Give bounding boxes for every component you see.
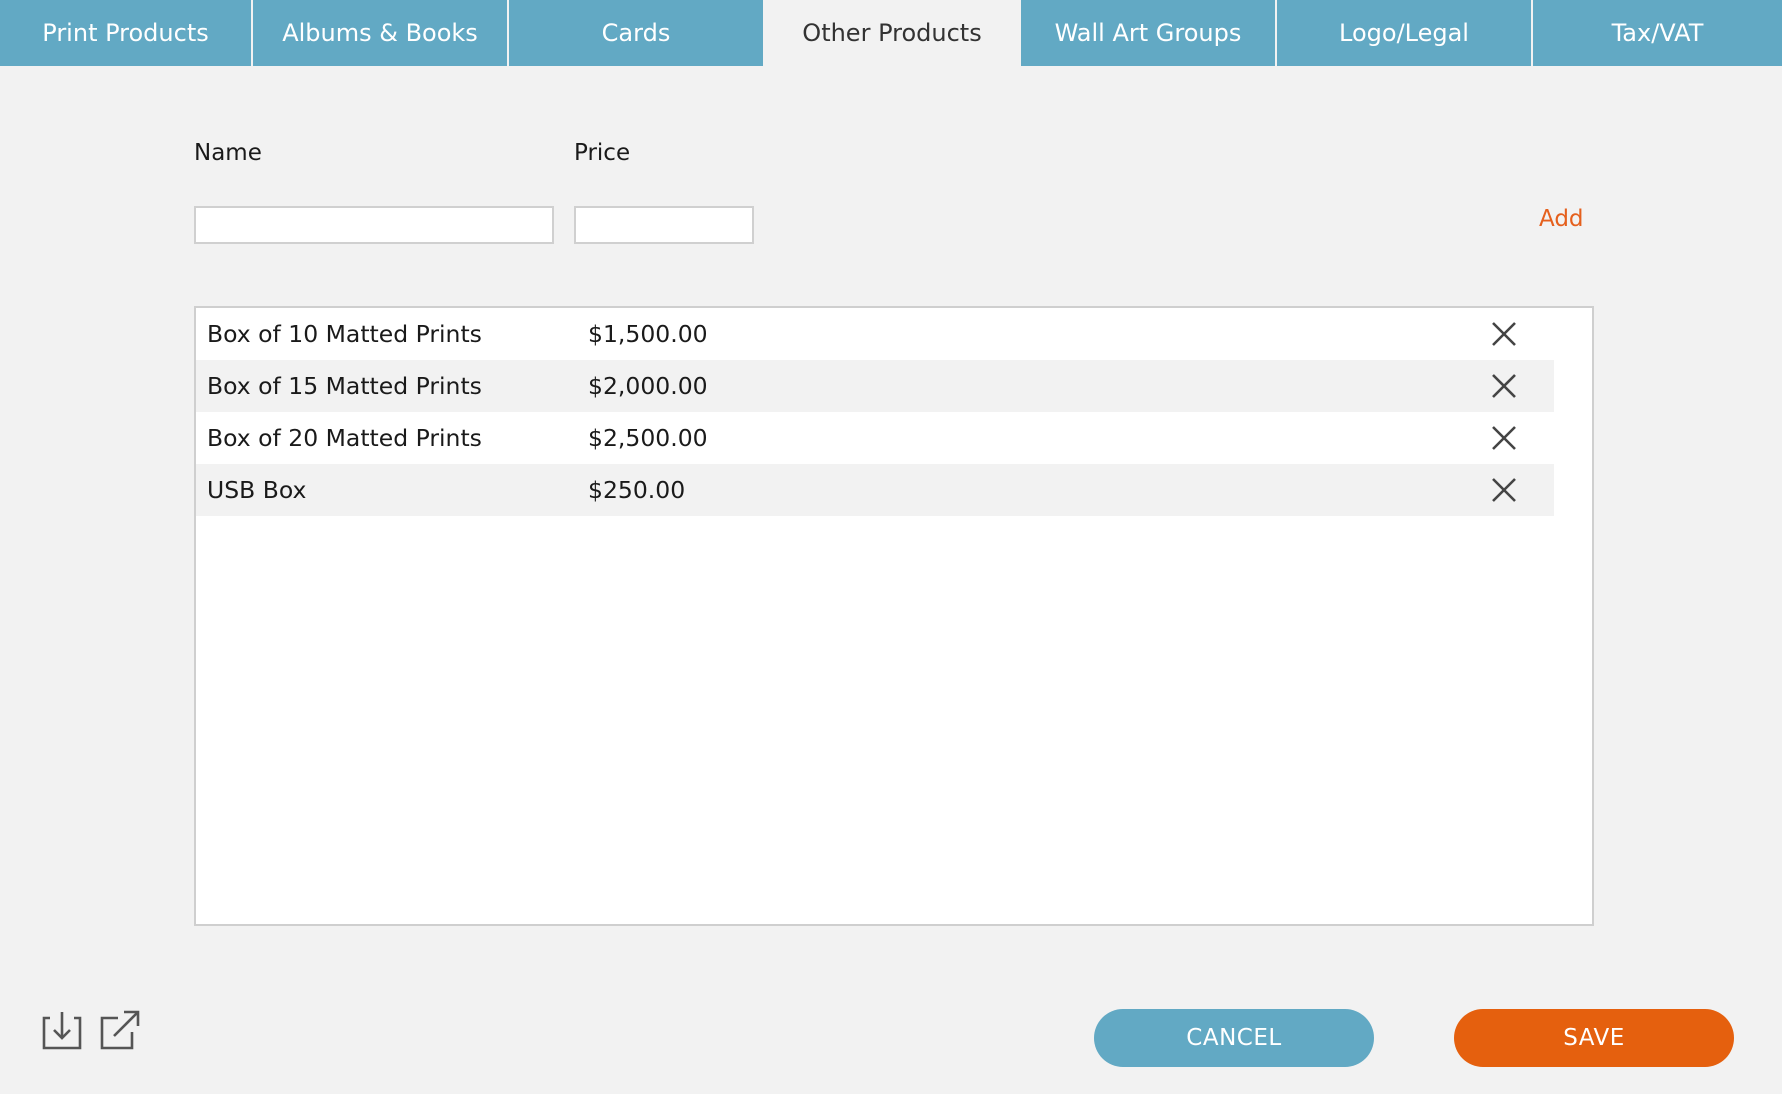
tab-tax-vat[interactable]: Tax/VAT	[1531, 0, 1782, 66]
list-item[interactable]: Box of 10 Matted Prints $1,500.00	[196, 308, 1554, 360]
save-button[interactable]: SAVE	[1454, 1009, 1734, 1067]
tab-logo-legal[interactable]: Logo/Legal	[1275, 0, 1531, 66]
product-price: $2,000.00	[588, 372, 708, 400]
close-icon[interactable]	[1491, 477, 1517, 503]
import-icon[interactable]	[40, 1008, 84, 1052]
close-icon[interactable]	[1491, 321, 1517, 347]
list-item[interactable]: USB Box $250.00	[196, 464, 1554, 516]
product-list[interactable]: Box of 10 Matted Prints $1,500.00 Box of…	[194, 306, 1594, 926]
product-name: USB Box	[207, 476, 307, 504]
product-name: Box of 15 Matted Prints	[207, 372, 482, 400]
tab-other-products[interactable]: Other Products	[763, 0, 1019, 66]
price-input[interactable]	[574, 206, 754, 244]
close-icon[interactable]	[1491, 425, 1517, 451]
name-input[interactable]	[194, 206, 554, 244]
tab-bar: Print Products Albums & Books Cards Othe…	[0, 0, 1782, 66]
tab-cards[interactable]: Cards	[507, 0, 763, 66]
list-item[interactable]: Box of 20 Matted Prints $2,500.00	[196, 412, 1554, 464]
name-label: Name	[194, 140, 262, 166]
product-name: Box of 20 Matted Prints	[207, 424, 482, 452]
list-item[interactable]: Box of 15 Matted Prints $2,000.00	[196, 360, 1554, 412]
add-button[interactable]: Add	[1539, 206, 1584, 232]
close-icon[interactable]	[1491, 373, 1517, 399]
tab-print-products[interactable]: Print Products	[0, 0, 251, 66]
cancel-button[interactable]: CANCEL	[1094, 1009, 1374, 1067]
tab-albums-books[interactable]: Albums & Books	[251, 0, 507, 66]
product-price: $1,500.00	[588, 320, 708, 348]
tab-wall-art-groups[interactable]: Wall Art Groups	[1019, 0, 1275, 66]
product-name: Box of 10 Matted Prints	[207, 320, 482, 348]
product-price: $2,500.00	[588, 424, 708, 452]
export-icon[interactable]	[98, 1008, 142, 1052]
price-label: Price	[574, 140, 631, 166]
product-price: $250.00	[588, 476, 686, 504]
